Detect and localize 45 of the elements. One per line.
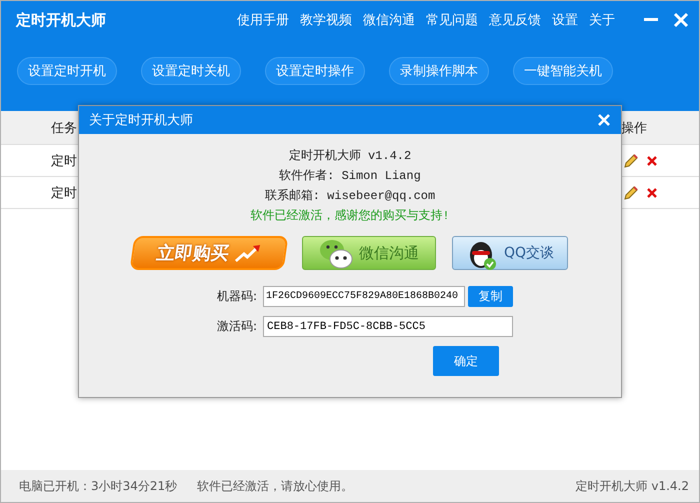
ok-button[interactable]: 确定 <box>433 346 499 376</box>
promo-button[interactable]: 微信沟通 <box>302 236 436 270</box>
input-field[interactable]: 1F26CD9609ECC75F829A80E1868B0240 <box>263 286 466 307</box>
close-icon[interactable] <box>597 113 611 127</box>
info-text: 定时开机大师 v1.4.2 <box>288 148 412 165</box>
info-text: 软件作者: Simon Liang <box>279 168 421 185</box>
menu-item[interactable]: 关于 <box>589 11 615 29</box>
toolbar-button[interactable]: 设置定时关机 <box>141 57 241 85</box>
column-header: 操作 <box>621 120 647 136</box>
status-text: 软件已经激活，请放心使用。 <box>197 478 354 494</box>
success-message: 软件已经激活，感谢您的购买与支持! <box>250 208 450 225</box>
delete-icon[interactable] <box>645 186 659 200</box>
menu-item[interactable]: 微信沟通 <box>363 11 415 29</box>
dialog-title: 关于定时开机大师 <box>89 112 193 129</box>
status-text: 电脑已开机：3小时34分21秒 <box>19 478 178 494</box>
button-label: QQ交谈 <box>504 244 554 262</box>
version-text: 定时开机大师 v1.4.2 <box>576 478 689 494</box>
window-title: 定时开机大师 <box>16 10 106 30</box>
button-label: 立即购买 <box>155 242 231 265</box>
promo-button[interactable]: 立即购买 <box>130 236 288 270</box>
copy-button[interactable]: 复制 <box>468 286 514 307</box>
menu-item[interactable]: 教学视频 <box>300 11 352 29</box>
table-cell-text: 定时 <box>51 152 77 170</box>
toolbar-button[interactable]: 一键智能关机 <box>513 57 613 85</box>
button-label: 微信沟通 <box>359 244 419 262</box>
delete-icon[interactable] <box>645 154 659 168</box>
input-field[interactable]: CEB8-17FB-FD5C-8CBB-5CC5 <box>263 316 514 337</box>
rising-arrow-icon <box>234 243 262 263</box>
column-header: 任务 <box>51 120 77 136</box>
info-text: 联系邮箱: wisebeer@qq.com <box>264 188 436 205</box>
promo-button[interactable]: QQ交谈 <box>452 236 568 270</box>
pencil-icon[interactable] <box>623 152 639 168</box>
pencil-icon[interactable] <box>623 184 639 200</box>
field-label: 机器码: <box>216 288 258 305</box>
toolbar-button[interactable]: 设置定时操作 <box>265 57 365 85</box>
close-icon[interactable] <box>673 12 689 28</box>
field-label: 激活码: <box>216 318 258 335</box>
toolbar-button[interactable]: 设置定时开机 <box>17 57 117 85</box>
chat-bubbles-icon <box>319 237 353 269</box>
toolbar-button[interactable]: 录制操作脚本 <box>389 57 489 85</box>
menu-item[interactable]: 设置 <box>552 11 578 29</box>
menu-item[interactable]: 使用手册 <box>237 11 289 29</box>
table-cell-text: 定时 <box>51 184 77 202</box>
menu-item[interactable]: 意见反馈 <box>489 11 541 29</box>
menu-item[interactable]: 常见问题 <box>426 11 478 29</box>
